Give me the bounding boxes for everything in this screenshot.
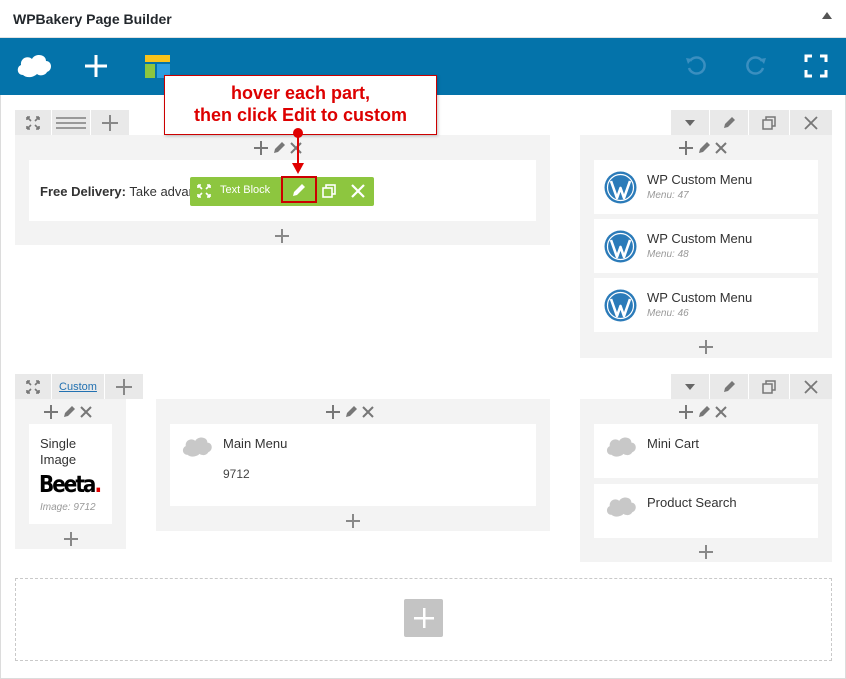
add-element-icon[interactable] [80, 50, 112, 82]
row-move-icon[interactable] [15, 374, 51, 399]
column-delete-icon[interactable] [790, 374, 832, 399]
add-icon[interactable] [44, 405, 58, 419]
text-block-content: Free Delivery: Take advan [40, 184, 196, 199]
clone-icon[interactable] [318, 181, 340, 201]
pencil-icon[interactable] [62, 405, 76, 419]
element-subtitle: Menu: 46 [647, 308, 689, 319]
pencil-icon[interactable] [272, 141, 286, 155]
close-icon[interactable] [290, 142, 302, 154]
close-icon[interactable] [80, 406, 92, 418]
element-subtitle: Menu: 48 [647, 249, 689, 260]
single-image-title: Single Image [40, 436, 77, 467]
column-clone-icon[interactable] [749, 110, 789, 135]
add-element-below-icon[interactable] [273, 227, 291, 245]
add-icon[interactable] [679, 405, 693, 419]
logo-dot: . [94, 470, 101, 498]
pencil-icon[interactable] [344, 405, 358, 419]
column-clone-icon[interactable] [749, 374, 789, 399]
tutorial-callout: hover each part, then click Edit to cust… [164, 75, 437, 135]
text-block-bold-label: Free Delivery: [40, 184, 126, 199]
redo-icon[interactable] [740, 52, 772, 80]
wordpress-icon [604, 171, 637, 204]
beeta-logo-thumbnail: Beeta. [39, 470, 102, 498]
tab-custom[interactable]: Custom [52, 374, 104, 399]
callout-line-2: then click Edit to custom [193, 105, 408, 125]
column-delete-icon[interactable] [790, 110, 832, 135]
add-element-below-icon[interactable] [697, 543, 715, 561]
tab-custom-label: Custom [59, 380, 97, 393]
fullscreen-icon[interactable] [800, 50, 832, 82]
element-subtitle: Menu: 47 [647, 190, 689, 201]
panel-title: WPBakery Page Builder [13, 11, 172, 27]
column-edit-icon[interactable] [710, 110, 748, 135]
undo-icon[interactable] [680, 52, 712, 80]
callout-arrow-head [292, 163, 304, 174]
collapse-arrow-icon[interactable] [822, 12, 832, 19]
edit-button[interactable] [281, 176, 317, 203]
main-menu-value: 9712 [223, 467, 250, 481]
close-icon[interactable] [362, 406, 374, 418]
element-title: WP Custom Menu [647, 172, 753, 187]
text-block-toolbar-label: Text Block [220, 184, 271, 196]
cloud-icon [604, 434, 638, 462]
pencil-icon[interactable] [697, 141, 711, 155]
row-layout-icon[interactable] [52, 110, 90, 135]
move-icon[interactable] [194, 181, 214, 201]
close-icon[interactable] [715, 406, 727, 418]
cloud-icon [180, 434, 214, 462]
add-icon[interactable] [326, 405, 340, 419]
close-icon[interactable] [715, 142, 727, 154]
right-column-controls [679, 139, 727, 157]
logo-text: Beeta [39, 470, 96, 498]
add-icon[interactable] [254, 141, 268, 155]
column-dropdown-icon[interactable] [671, 374, 709, 399]
wordpress-icon [604, 230, 637, 263]
element-title: WP Custom Menu [647, 231, 753, 246]
main-menu-title: Main Menu [223, 436, 288, 451]
row-add-column-icon[interactable] [105, 374, 143, 399]
element-title: WP Custom Menu [647, 290, 753, 305]
mini-cart-title: Mini Cart [647, 436, 700, 451]
add-element-below-icon[interactable] [697, 338, 715, 356]
row-add-column-icon[interactable] [91, 110, 129, 135]
column-edit-icon[interactable] [710, 374, 748, 399]
callout-line-1: hover each part, [230, 83, 371, 103]
text-block-rest: Take advan [126, 184, 196, 199]
wpbakery-logo-icon[interactable] [14, 48, 54, 84]
add-element-below-icon[interactable] [344, 512, 362, 530]
add-icon[interactable] [679, 141, 693, 155]
column-controls [44, 403, 92, 421]
column-controls [254, 139, 302, 157]
product-search-title: Product Search [647, 495, 737, 510]
callout-arrow-line [297, 137, 299, 165]
wordpress-icon [604, 289, 637, 322]
add-element-below-icon[interactable] [62, 530, 80, 548]
column-controls [326, 403, 374, 421]
pencil-icon[interactable] [697, 405, 711, 419]
single-image-subtitle: Image: 9712 [40, 502, 96, 513]
column-controls [679, 403, 727, 421]
row-move-icon[interactable] [15, 110, 51, 135]
delete-icon[interactable] [347, 181, 369, 201]
column-dropdown-icon[interactable] [671, 110, 709, 135]
cloud-icon [604, 494, 638, 522]
add-row-button[interactable] [404, 599, 443, 637]
